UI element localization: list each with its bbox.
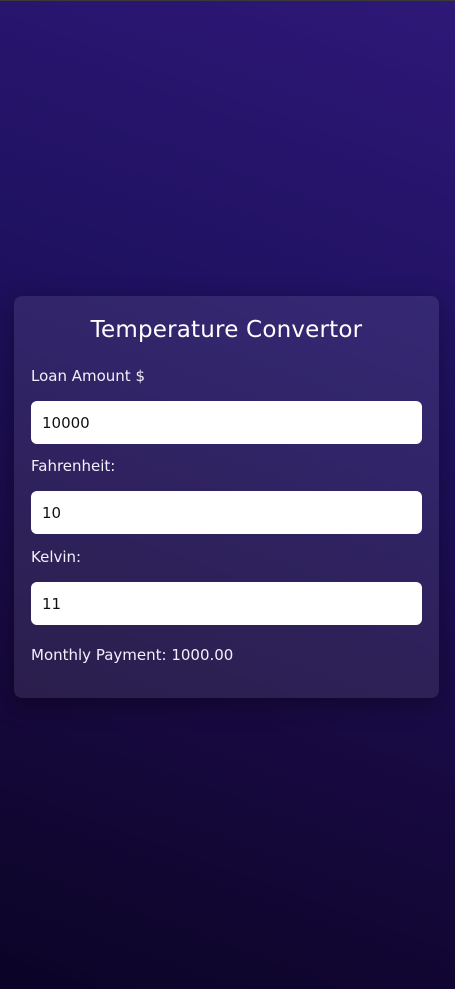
fahrenheit-input[interactable]: [31, 491, 422, 534]
fahrenheit-label: Fahrenheit:: [31, 457, 116, 475]
page-title: Temperature Convertor: [90, 317, 363, 343]
kelvin-label: Kelvin:: [31, 548, 82, 566]
app-root: { "app": { "title": "Temperature Convert…: [0, 0, 455, 989]
converter-card: Temperature Convertor Loan Amount $ Fahr…: [14, 296, 439, 698]
top-border: [0, 0, 455, 1]
kelvin-input[interactable]: [31, 582, 422, 625]
loan-amount-input[interactable]: [31, 401, 422, 444]
loan-amount-label: Loan Amount $: [31, 367, 145, 385]
monthly-payment-result: Monthly Payment: 1000.00: [31, 646, 234, 664]
